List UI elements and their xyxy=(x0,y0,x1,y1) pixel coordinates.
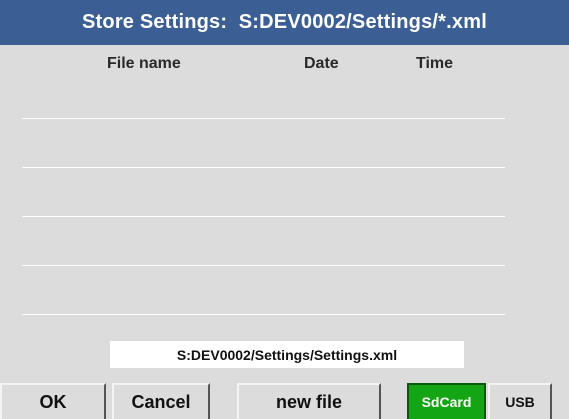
ok-button[interactable]: OK xyxy=(0,383,106,419)
usb-button[interactable]: USB xyxy=(488,383,552,419)
sdcard-button[interactable]: SdCard xyxy=(407,383,486,419)
new-file-button[interactable]: new file xyxy=(237,383,381,419)
file-row[interactable] xyxy=(22,119,505,168)
file-row[interactable] xyxy=(22,266,505,315)
store-settings-screen: Store Settings: S:DEV0002/Settings/*.xml… xyxy=(0,0,569,419)
target-path-field[interactable]: S:DEV0002/Settings/Settings.xml xyxy=(110,341,464,368)
window-title: Store Settings: S:DEV0002/Settings/*.xml xyxy=(0,0,569,45)
cancel-button[interactable]: Cancel xyxy=(112,383,210,419)
file-row[interactable] xyxy=(22,70,505,119)
file-row[interactable] xyxy=(22,217,505,266)
file-row[interactable] xyxy=(22,168,505,217)
file-list xyxy=(22,70,505,318)
